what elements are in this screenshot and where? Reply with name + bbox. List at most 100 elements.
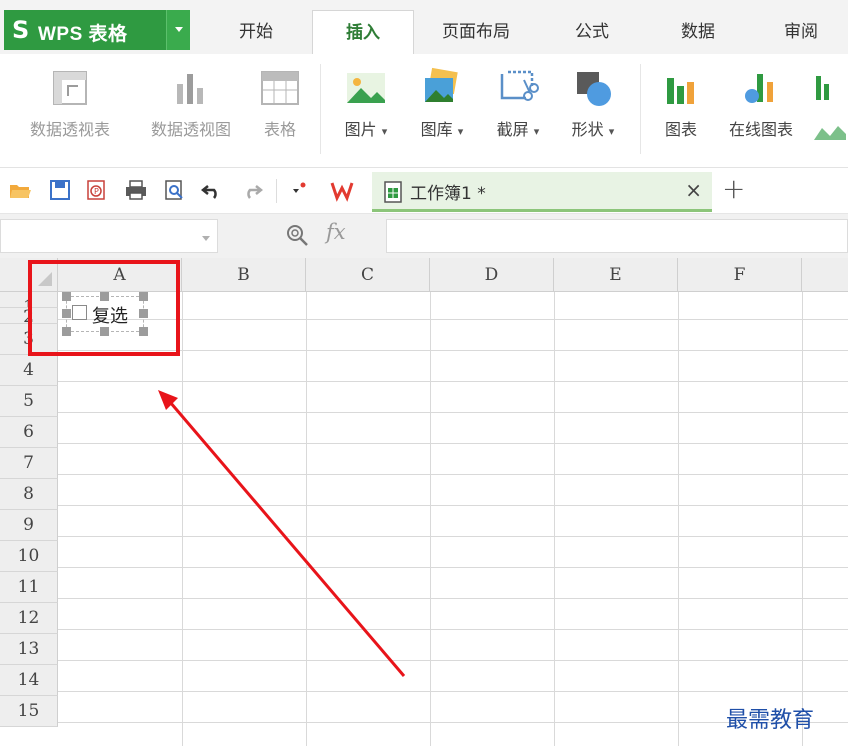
table-label: 表格 [263, 120, 296, 139]
row-header[interactable]: 4 [0, 355, 58, 386]
row-gridline [58, 381, 848, 382]
row-header[interactable]: 5 [0, 386, 58, 417]
row-header[interactable]: 15 [0, 696, 58, 727]
wps-logo-icon[interactable] [330, 178, 354, 202]
column-gridline [182, 292, 183, 746]
pivot-table-button[interactable]: 数据透视表 [14, 62, 126, 162]
chevron-down-icon [175, 27, 183, 32]
pivot-table-icon [53, 71, 87, 105]
online-chart-icon [745, 74, 773, 103]
tab-insert[interactable]: 插入 [312, 10, 414, 54]
column-header-e[interactable]: E [554, 258, 678, 292]
screenshot-scissors-icon [500, 70, 539, 101]
row-gridline [58, 412, 848, 413]
new-tab-button[interactable]: + [722, 172, 745, 205]
gallery-button[interactable]: 图库 ▾ [410, 62, 474, 162]
column-gridline [554, 292, 555, 746]
tab-formulas[interactable]: 公式 [540, 10, 644, 54]
row-header[interactable]: 6 [0, 417, 58, 448]
row-header[interactable]: 8 [0, 479, 58, 510]
watermark-text: 最需教育 [726, 708, 815, 733]
tab-data[interactable]: 数据 [648, 10, 748, 54]
picture-icon [347, 73, 385, 103]
pdf-export-icon[interactable]: P [84, 178, 108, 202]
table-icon [261, 71, 299, 105]
zoom-search-icon[interactable] [284, 222, 310, 248]
column-gridline [678, 292, 679, 746]
open-folder-icon[interactable] [8, 178, 32, 202]
row-gridline [58, 567, 848, 568]
shapes-label: 形状 ▾ [571, 120, 615, 139]
row-header[interactable]: 9 [0, 510, 58, 541]
spreadsheet-doc-icon [384, 181, 402, 203]
column-gridline [306, 292, 307, 746]
document-tab[interactable]: 工作簿1 * × [372, 172, 712, 212]
row-gridline [58, 443, 848, 444]
tab-page-layout[interactable]: 页面布局 [418, 10, 534, 54]
row-header[interactable]: 10 [0, 541, 58, 572]
column-header-g[interactable] [802, 258, 848, 292]
column-gridline [802, 292, 803, 746]
chevron-down-icon[interactable] [202, 236, 210, 241]
column-header-d[interactable]: D [430, 258, 554, 292]
more-charts-icon[interactable] [814, 66, 848, 110]
online-chart-label: 在线图表 [728, 120, 793, 139]
row-gridline [58, 629, 848, 630]
gallery-icon [425, 67, 458, 102]
ribbon-divider [320, 64, 321, 154]
table-button[interactable]: 表格 [254, 62, 306, 162]
formula-bar: fx [0, 214, 848, 258]
annotation-highlight-box [28, 260, 180, 356]
screenshot-label: 截屏 ▾ [496, 120, 540, 139]
wps-s-logo-icon: S [12, 16, 30, 44]
picture-button[interactable]: 图片 ▾ [334, 62, 398, 162]
sparkline-icon[interactable] [812, 120, 848, 142]
app-menu-button[interactable]: S WPS 表格 [4, 10, 190, 50]
title-tab-bar: S WPS 表格 开始 插入 页面布局 公式 数据 审阅 [0, 0, 848, 54]
close-tab-icon[interactable]: × [685, 178, 702, 202]
insert-ribbon: 数据透视表 数据透视图 表格 图片 ▾ 图库 ▾ 截屏 ▾ 形状 ▾ 图表 在线… [0, 54, 848, 168]
chart-button[interactable]: 图表 [652, 62, 710, 162]
shapes-button[interactable]: 形状 ▾ [560, 62, 626, 162]
row-gridline [58, 474, 848, 475]
row-gridline [58, 598, 848, 599]
pivot-chart-icon [177, 74, 203, 104]
quick-access-toolbar: P 工作簿1 * × + [0, 168, 848, 214]
pivot-chart-label: 数据透视图 [150, 120, 231, 139]
print-preview-icon[interactable] [162, 178, 186, 202]
column-header-c[interactable]: C [306, 258, 430, 292]
save-icon[interactable] [48, 178, 72, 202]
row-header[interactable]: 7 [0, 448, 58, 479]
row-gridline [58, 536, 848, 537]
pivot-table-label: 数据透视表 [29, 120, 110, 139]
name-box[interactable] [0, 219, 218, 253]
undo-icon[interactable] [200, 178, 224, 202]
shapes-icon [577, 72, 611, 106]
formula-input[interactable] [386, 219, 848, 253]
print-icon[interactable] [124, 178, 148, 202]
row-header[interactable]: 12 [0, 603, 58, 634]
pivot-chart-button[interactable]: 数据透视图 [136, 62, 246, 162]
toolbar-divider [276, 179, 277, 203]
tab-home[interactable]: 开始 [196, 10, 316, 54]
app-menu-dropdown[interactable] [166, 10, 190, 50]
fx-function-icon[interactable]: fx [326, 220, 346, 244]
row-gridline [58, 691, 848, 692]
online-chart-button[interactable]: 在线图表 [716, 62, 806, 162]
row-header[interactable]: 13 [0, 634, 58, 665]
column-header-f[interactable]: F [678, 258, 802, 292]
chart-label: 图表 [664, 120, 697, 139]
gallery-label: 图库 ▾ [420, 120, 464, 139]
document-tab-title: 工作簿1 * [410, 184, 486, 204]
ribbon-divider [640, 64, 641, 154]
row-header[interactable]: 11 [0, 572, 58, 603]
svg-text:P: P [94, 187, 99, 196]
column-header-b[interactable]: B [182, 258, 306, 292]
tab-review[interactable]: 审阅 [756, 10, 846, 54]
redo-icon[interactable] [240, 178, 264, 202]
column-gridline [430, 292, 431, 746]
row-header[interactable]: 14 [0, 665, 58, 696]
customize-toolbar-icon[interactable] [288, 178, 312, 202]
screenshot-button[interactable]: 截屏 ▾ [486, 62, 550, 162]
row-gridline [58, 505, 848, 506]
